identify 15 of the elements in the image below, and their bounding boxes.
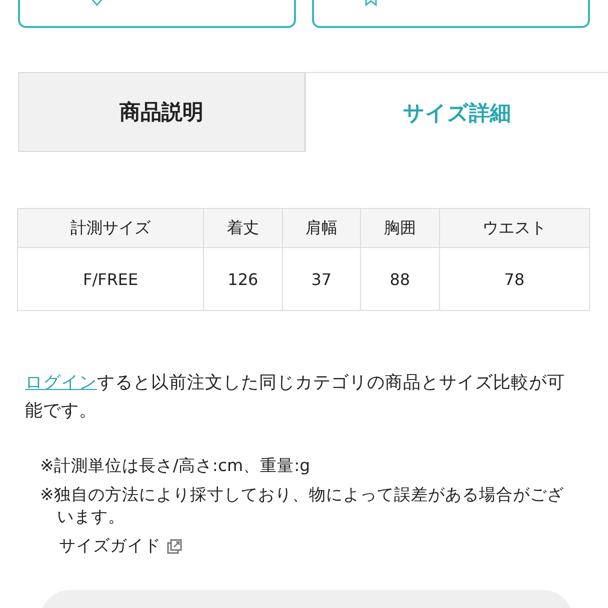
table-header-cell: 胸囲 [360,208,440,248]
note-text: ※計測単位は長さ/高さ:cm、重量:g [40,455,312,477]
table-cell: 78 [439,248,590,310]
table-cell: 37 [282,248,361,310]
table-cell: 126 [204,248,282,310]
table-header-cell: ウエスト [439,208,590,248]
size-guide-link[interactable]: サイズガイド [59,535,161,557]
note-text: ※独自の方法により採寸しており、物によって誤差がある場合がございます。 [40,484,565,528]
table-header-cell: 着丈 [204,208,282,248]
table-header-cell: 肩幅 [282,208,361,248]
table-header-cell: 計測サイズ [18,208,204,248]
table-cell: 88 [360,248,440,310]
table-cell: F/FREE [18,248,204,310]
tab[interactable]: 商品説明 [18,72,305,152]
login-note: ログインすると以前注文した同じカテゴリの商品とサイズ比較が可能です。 [25,372,566,423]
